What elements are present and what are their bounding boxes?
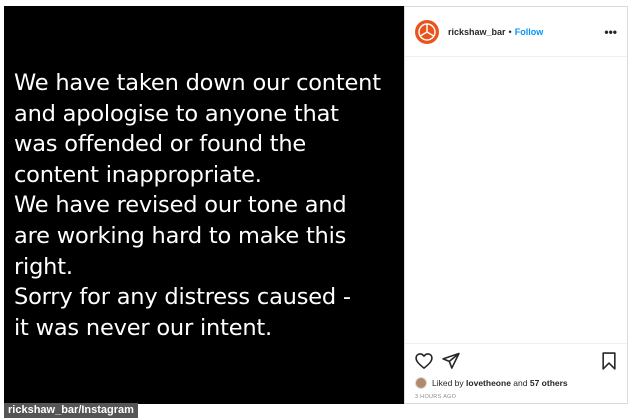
share-icon[interactable] bbox=[441, 351, 461, 371]
post-side-panel: rickshaw_bar • Follow ••• Liked by lovet… bbox=[404, 6, 628, 404]
post-text-line: are working hard to make this bbox=[14, 222, 347, 249]
username[interactable]: rickshaw_bar bbox=[448, 27, 506, 37]
liker-username[interactable]: lovetheone bbox=[466, 378, 511, 388]
avatar[interactable] bbox=[415, 19, 439, 44]
post-image[interactable]: We have taken down our content and apolo… bbox=[4, 6, 404, 404]
post-text-line: We have taken down our content bbox=[14, 70, 381, 96]
post-text-line: content inappropriate. bbox=[14, 161, 262, 188]
liker-avatar[interactable] bbox=[415, 377, 427, 389]
post-timestamp[interactable]: 3 HOURS AGO bbox=[415, 394, 456, 400]
likes-and: and bbox=[513, 378, 528, 388]
post-actions: Liked by lovetheone and 57 others 3 HOUR… bbox=[405, 343, 627, 406]
rickshaw-logo-icon bbox=[418, 22, 436, 41]
separator-dot: • bbox=[508, 26, 512, 37]
post-text-line: right. bbox=[14, 253, 73, 280]
post-header: rickshaw_bar • Follow ••• bbox=[405, 7, 627, 57]
screenshot-frame: We have taken down our content and apolo… bbox=[0, 0, 634, 418]
post-text-line: and apologise to anyone that bbox=[14, 100, 339, 127]
more-options-button[interactable]: ••• bbox=[604, 25, 617, 39]
post-text-line: Sorry for any distress caused - bbox=[14, 284, 351, 311]
post-text-line: it was never our intent. bbox=[14, 314, 272, 341]
heart-icon[interactable] bbox=[414, 351, 434, 371]
likes-summary: Liked by lovetheone and 57 others bbox=[415, 377, 568, 389]
image-credit: rickshaw_bar/Instagram bbox=[4, 403, 138, 418]
follow-button[interactable]: Follow bbox=[515, 27, 544, 37]
likes-prefix: Liked by bbox=[432, 378, 464, 388]
likes-others-link[interactable]: 57 others bbox=[530, 378, 568, 388]
post-text-line: We have revised our tone and bbox=[14, 192, 347, 219]
post-text-line: was offended or found the bbox=[14, 131, 307, 158]
bookmark-icon[interactable] bbox=[599, 351, 619, 371]
